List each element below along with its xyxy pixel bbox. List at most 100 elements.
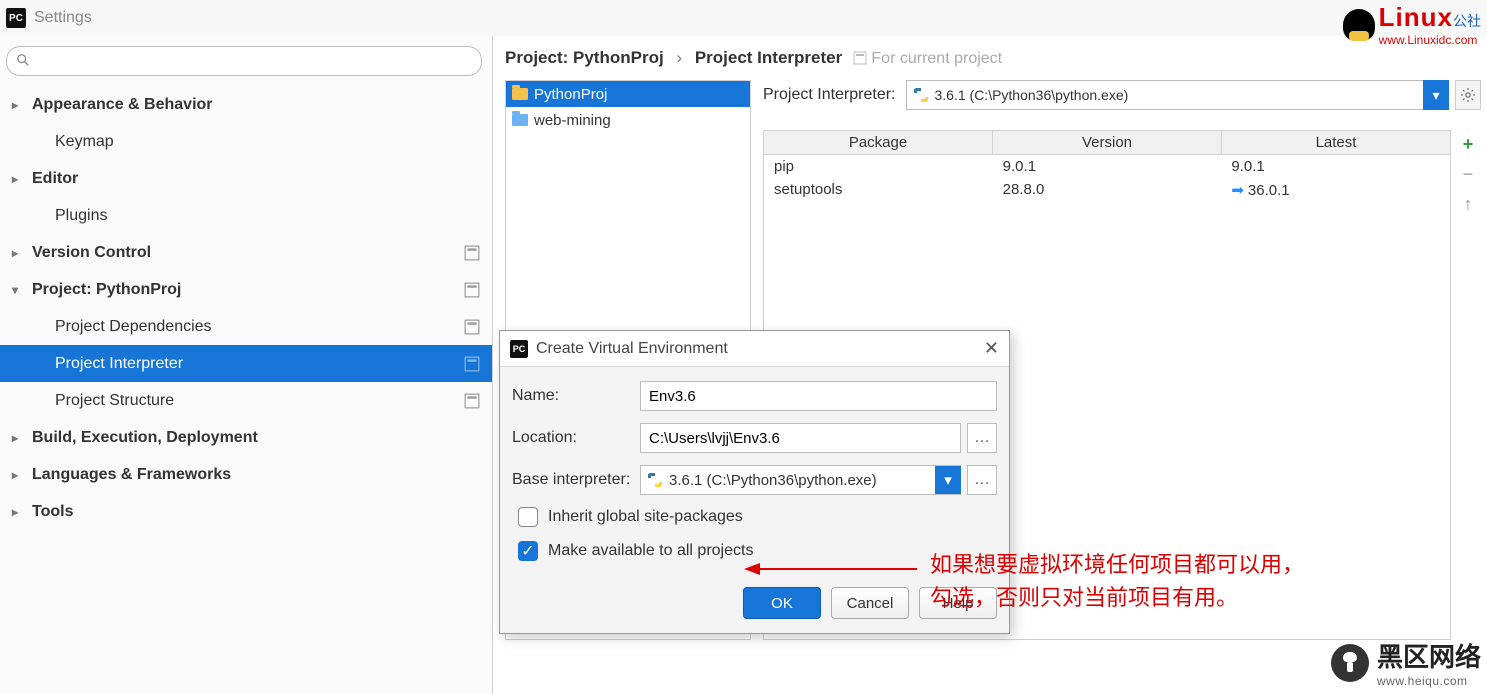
sidebar-item-label: Project: PythonProj — [32, 281, 181, 299]
scope-icon — [464, 282, 480, 298]
location-input[interactable] — [640, 423, 961, 453]
chevron-icon: ▸ — [12, 246, 26, 260]
col-package[interactable]: Package — [764, 131, 993, 154]
chevron-icon: ▸ — [12, 505, 26, 519]
chevron-icon: ▸ — [12, 431, 26, 445]
project-item[interactable]: web-mining — [506, 107, 750, 133]
chevron-icon: ▾ — [12, 283, 26, 297]
sidebar-item-label: Project Structure — [55, 392, 174, 410]
sidebar-item-label: Project Interpreter — [55, 355, 183, 373]
sidebar-item[interactable]: Project Interpreter — [0, 345, 492, 382]
watermark-linux: Linux公社 www.Linuxidc.com — [1343, 2, 1481, 47]
inherit-label: Inherit global site-packages — [548, 508, 743, 526]
project-name: PythonProj — [534, 86, 607, 103]
sidebar-item[interactable]: ▸Tools — [0, 493, 492, 530]
col-version[interactable]: Version — [993, 131, 1222, 154]
sidebar-item-label: Plugins — [55, 207, 107, 225]
upgrade-arrow-icon: ➡ — [1231, 182, 1244, 199]
interpreter-label: Project Interpreter: — [763, 86, 896, 104]
sidebar-item-label: Build, Execution, Deployment — [32, 429, 258, 447]
remove-package-button[interactable]: − — [1458, 164, 1478, 184]
sidebar-item[interactable]: Project Structure — [0, 382, 492, 419]
folder-icon — [512, 114, 528, 126]
app-icon: PC — [6, 8, 26, 28]
browse-interpreter-button[interactable]: … — [967, 465, 997, 495]
available-label: Make available to all projects — [548, 542, 753, 560]
sidebar-item[interactable]: ▸ Languages & Frameworks — [0, 456, 492, 493]
name-input[interactable] — [640, 381, 997, 411]
name-label: Name: — [512, 387, 640, 405]
sidebar-item-label: Languages & Frameworks — [32, 466, 231, 484]
breadcrumb: Project: PythonProj › Project Interprete… — [505, 48, 1481, 68]
gear-icon — [1460, 87, 1476, 103]
chevron-icon: ▸ — [12, 172, 26, 186]
base-interpreter-value: 3.6.1 (C:\Python36\python.exe) — [669, 472, 877, 489]
table-row[interactable]: setuptools28.8.0➡36.0.1 — [764, 178, 1450, 202]
project-item[interactable]: PythonProj — [506, 81, 750, 107]
sidebar-item[interactable]: ▸ Appearance & Behavior — [0, 86, 492, 123]
sidebar-item[interactable]: Project Dependencies — [0, 308, 492, 345]
project-name: web-mining — [534, 112, 611, 129]
upgrade-package-button[interactable]: ↑ — [1458, 194, 1478, 214]
tux-icon — [1343, 9, 1375, 41]
browse-location-button[interactable]: … — [967, 423, 997, 453]
annotation-text: 如果想要虚拟环境任何项目都可以用， 勾选，否则只对当前项目有用。 — [930, 548, 1304, 614]
cell-latest: 9.0.1 — [1221, 155, 1450, 178]
sidebar-item[interactable]: Keymap — [0, 123, 492, 160]
interpreter-value: 3.6.1 (C:\Python36\python.exe) — [935, 87, 1129, 103]
available-checkbox[interactable]: ✓ — [518, 541, 538, 561]
sidebar-item-label: Editor — [32, 170, 78, 188]
inherit-checkbox-row[interactable]: Inherit global site-packages — [518, 507, 997, 527]
chevron-icon: ▸ — [12, 98, 26, 112]
dropdown-icon[interactable]: ▾ — [1423, 80, 1449, 110]
dialog-title: Create Virtual Environment — [536, 340, 728, 358]
location-label: Location: — [512, 429, 640, 447]
settings-gear-button[interactable] — [1455, 80, 1481, 110]
scope-icon — [464, 245, 480, 261]
breadcrumb-current: Project Interpreter — [695, 48, 842, 67]
sidebar-item-label: Keymap — [55, 133, 114, 151]
app-icon: PC — [510, 340, 528, 358]
sidebar-item-label: Version Control — [32, 244, 151, 262]
cell-package: setuptools — [764, 178, 993, 202]
package-actions: + − ↑ — [1455, 130, 1481, 640]
dialog-titlebar: PC Create Virtual Environment ✕ — [500, 331, 1009, 367]
col-latest[interactable]: Latest — [1222, 131, 1450, 154]
ok-button[interactable]: OK — [743, 587, 821, 619]
dropdown-icon[interactable]: ▾ — [935, 466, 961, 494]
chevron-icon: ▸ — [12, 468, 26, 482]
sidebar-item[interactable]: ▸ Editor — [0, 160, 492, 197]
base-interpreter-label: Base interpreter: — [512, 471, 640, 489]
sidebar-item[interactable]: ▾ Project: PythonProj — [0, 271, 492, 308]
sidebar-item-label: Project Dependencies — [55, 318, 212, 336]
breadcrumb-parent: Project: PythonProj — [505, 48, 664, 67]
inherit-checkbox[interactable] — [518, 507, 538, 527]
close-button[interactable]: ✕ — [984, 338, 999, 359]
scope-icon — [464, 319, 480, 335]
search-input[interactable] — [6, 46, 482, 76]
table-header: Package Version Latest — [764, 131, 1450, 155]
sidebar-item[interactable]: ▸ Version Control — [0, 234, 492, 271]
python-icon — [913, 87, 929, 103]
sidebar-item[interactable]: Plugins — [0, 197, 492, 234]
available-checkbox-row[interactable]: ✓ Make available to all projects — [518, 541, 997, 561]
sidebar-item[interactable]: ▸ Build, Execution, Deployment — [0, 419, 492, 456]
search-wrap — [0, 36, 492, 86]
interpreter-select[interactable]: 3.6.1 (C:\Python36\python.exe) ▾ — [906, 80, 1450, 110]
chevron-right-icon: › — [676, 48, 682, 67]
window-title: Settings — [34, 9, 92, 27]
folder-icon — [512, 88, 528, 100]
add-package-button[interactable]: + — [1458, 134, 1478, 154]
sidebar-item-label: Appearance & Behavior — [32, 96, 213, 114]
scope-icon — [464, 393, 480, 409]
scope-icon — [853, 51, 867, 65]
cancel-button[interactable]: Cancel — [831, 587, 909, 619]
table-row[interactable]: pip9.0.19.0.1 — [764, 155, 1450, 178]
cell-package: pip — [764, 155, 993, 178]
watermark-heiqu: 黑区网络 www.heiqu.com — [1331, 637, 1481, 688]
titlebar: PC Settings — [0, 0, 1487, 36]
base-interpreter-select[interactable]: 3.6.1 (C:\Python36\python.exe) ▾ — [640, 465, 961, 495]
breadcrumb-suffix: For current project — [853, 50, 1002, 67]
settings-tree: ▸ Appearance & Behavior Keymap ▸ Editor Plugi… — [0, 86, 492, 530]
scope-icon — [464, 356, 480, 372]
